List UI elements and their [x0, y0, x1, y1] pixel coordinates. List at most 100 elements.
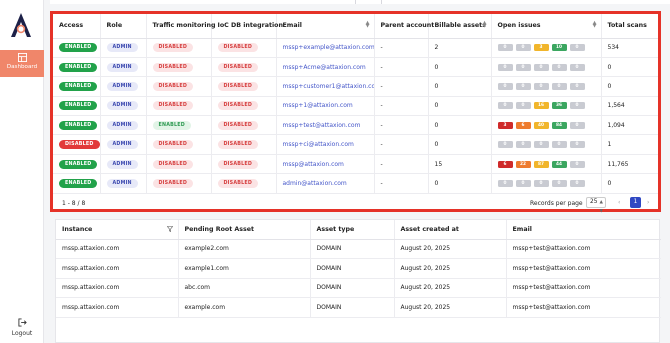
issue-count-badge[interactable]: 0	[569, 44, 585, 52]
col-asset-type[interactable]: Asset type	[309, 220, 394, 240]
issue-count-badge[interactable]: 84	[551, 121, 567, 129]
email-link[interactable]: mssp+Acme@attaxion.com	[283, 64, 366, 71]
issue-count-badge[interactable]: 44	[551, 160, 567, 168]
issue-count-badge[interactable]: 0	[497, 44, 513, 52]
records-per-page-select[interactable]: 25 ▲ ▼	[586, 197, 606, 214]
ioc-badge: DISABLED	[217, 62, 259, 72]
col-open-issues[interactable]: Open issues ▲ ▼	[490, 14, 601, 39]
next-page-button[interactable]: ›	[647, 199, 649, 206]
issue-count-badge[interactable]: 0	[515, 102, 531, 110]
sort-icon[interactable]: ▲ ▼	[593, 21, 597, 29]
email-link[interactable]: mssp@attaxion.com	[283, 161, 344, 168]
select-caret-icon: ▲ ▼	[599, 200, 603, 214]
issue-count-badge[interactable]: 0	[551, 141, 567, 149]
table-row[interactable]: mssp.attaxion.com example2.com DOMAIN Augus…	[56, 239, 661, 259]
issue-count-badge[interactable]: 0	[569, 121, 585, 129]
issue-count-badge[interactable]: 0	[497, 82, 513, 90]
col-ioc-db-integration[interactable]: IoC DB integration	[210, 14, 283, 39]
issue-count-badge[interactable]: 0	[515, 44, 531, 52]
col-asset-created-at[interactable]: Asset created at	[393, 220, 506, 240]
col-role[interactable]: Role	[99, 14, 146, 39]
col-email[interactable]: Email	[505, 220, 661, 240]
nav-logout[interactable]: Logout	[0, 318, 44, 337]
nav-dashboard[interactable]: Dashboard	[0, 50, 44, 77]
email-cell[interactable]: mssp+Acme@attaxion.com	[275, 57, 374, 78]
issue-count-badge[interactable]: 0	[515, 82, 531, 90]
table-row[interactable]: mssp.attaxion.com abc.com DOMAIN August 20,…	[56, 278, 661, 298]
email-link[interactable]: mssp+ci@attaxion.com	[283, 141, 354, 148]
col-billable-assets[interactable]: Billable assets ▲ ▼	[427, 14, 491, 39]
issue-count-badge[interactable]: 0	[497, 63, 513, 71]
issue-count-badge[interactable]: 0	[569, 63, 585, 71]
issue-count-badge[interactable]: 0	[569, 160, 585, 168]
issue-count-badge[interactable]: 3	[533, 44, 549, 52]
record-count: 1 - 8 / 8	[62, 200, 86, 207]
issue-count-badge[interactable]: 16	[533, 102, 549, 110]
issue-count-badge[interactable]: 36	[551, 102, 567, 110]
issue-count-badge[interactable]: 0	[533, 141, 549, 149]
issue-count-badge[interactable]: 0	[497, 102, 513, 110]
table-row[interactable]: ENABLED ADMIN DISABLED DISABLED mssp+example…	[53, 38, 658, 58]
page-button-current[interactable]: 1	[630, 197, 641, 208]
issue-count-badge[interactable]: 0	[533, 63, 549, 71]
email-cell[interactable]: mssp+test@attaxion.com	[275, 115, 374, 136]
attaxion-logo-icon[interactable]	[9, 12, 33, 38]
issue-count-badge[interactable]: 0	[569, 82, 585, 90]
col-instance[interactable]: Instance	[56, 220, 178, 240]
issue-count-badge[interactable]: 0	[515, 179, 531, 187]
table-row[interactable]: ENABLED ADMIN DISABLED DISABLED mssp+custome…	[53, 76, 658, 97]
issue-count-badge[interactable]: 0	[533, 82, 549, 90]
table-row[interactable]: DISABLED ADMIN DISABLED DISABLED mssp+ci@att…	[53, 134, 658, 155]
role-badge: ADMIN	[106, 178, 138, 188]
email-link[interactable]: mssp+test@attaxion.com	[283, 122, 361, 129]
email-cell[interactable]: mssp@attaxion.com	[275, 154, 374, 175]
email-cell[interactable]: mssp+example@attaxion.com	[275, 38, 375, 58]
col-total-scans[interactable]: Total scans	[600, 14, 658, 39]
issue-count-badge[interactable]: 0	[515, 63, 531, 71]
email-cell[interactable]: mssp+1@attaxion.com	[275, 96, 374, 117]
email-link[interactable]: admin@attaxion.com	[283, 180, 347, 187]
scans-cell: 1	[600, 134, 658, 155]
prev-page-button[interactable]: ‹	[618, 199, 620, 206]
table-row[interactable]: mssp.attaxion.com example1.com DOMAIN Augus…	[56, 258, 661, 279]
table-row[interactable]: ENABLED ADMIN DISABLED DISABLED mssp+Acme@at…	[53, 57, 658, 78]
email-link[interactable]: mssp+1@attaxion.com	[283, 102, 353, 109]
issue-count-badge[interactable]: 22	[515, 160, 531, 168]
col-parent-account[interactable]: Parent account	[373, 14, 434, 39]
ioc-cell: DISABLED	[210, 57, 276, 78]
email-link[interactable]: mssp+example@attaxion.com	[283, 44, 375, 51]
filter-icon[interactable]	[166, 226, 173, 232]
issue-count-badge[interactable]: 0	[497, 141, 513, 149]
col-pending-root-asset[interactable]: Pending Root Asset	[177, 220, 310, 240]
email-cell[interactable]: admin@attaxion.com	[275, 173, 374, 194]
table-row[interactable]: ENABLED ADMIN DISABLED DISABLED admin@attaxi…	[53, 173, 658, 194]
issue-count-badge[interactable]: 0	[569, 179, 585, 187]
sort-icon[interactable]: ▲ ▼	[483, 21, 487, 29]
col-access[interactable]: Access	[53, 14, 100, 39]
issue-count-badge[interactable]: 6	[515, 121, 531, 129]
issue-count-badge[interactable]: 3	[497, 121, 513, 129]
issue-count-badge[interactable]: 0	[569, 141, 585, 149]
email-cell[interactable]: mssp+customer1@attaxion.com	[275, 76, 375, 97]
table-row[interactable]: ENABLED ADMIN ENABLED DISABLED mssp+test@att…	[53, 115, 658, 136]
sort-icon[interactable]: ▲ ▼	[366, 21, 370, 29]
issue-count-badge[interactable]: 40	[533, 121, 549, 129]
issue-count-badge[interactable]: 0	[497, 179, 513, 187]
issue-count-badge[interactable]: 0	[551, 82, 567, 90]
email-cell[interactable]: mssp+ci@attaxion.com	[275, 134, 374, 155]
issue-count-badge[interactable]: 0	[569, 102, 585, 110]
table-row[interactable]: ENABLED ADMIN DISABLED DISABLED mssp@attaxio…	[53, 154, 658, 175]
issue-count-badge[interactable]: 6	[497, 160, 513, 168]
issue-count-badge[interactable]: 87	[533, 160, 549, 168]
col-traffic-monitoring[interactable]: Traffic monitoring	[145, 14, 216, 39]
issue-count-badge[interactable]: 0	[515, 141, 531, 149]
col-email[interactable]: Email ▲ ▼	[275, 14, 374, 39]
email-link[interactable]: mssp+customer1@attaxion.com	[283, 83, 375, 90]
table-row[interactable]: ENABLED ADMIN DISABLED DISABLED mssp+1@attax…	[53, 96, 658, 117]
issue-count-badge[interactable]: 0	[533, 179, 549, 187]
ioc-badge: DISABLED	[217, 101, 259, 111]
issue-count-badge[interactable]: 0	[551, 63, 567, 71]
issue-count-badge[interactable]: 10	[551, 44, 567, 52]
issue-count-badge[interactable]: 0	[551, 179, 567, 187]
table-row[interactable]: mssp.attaxion.com example.com DOMAIN August…	[56, 297, 661, 318]
